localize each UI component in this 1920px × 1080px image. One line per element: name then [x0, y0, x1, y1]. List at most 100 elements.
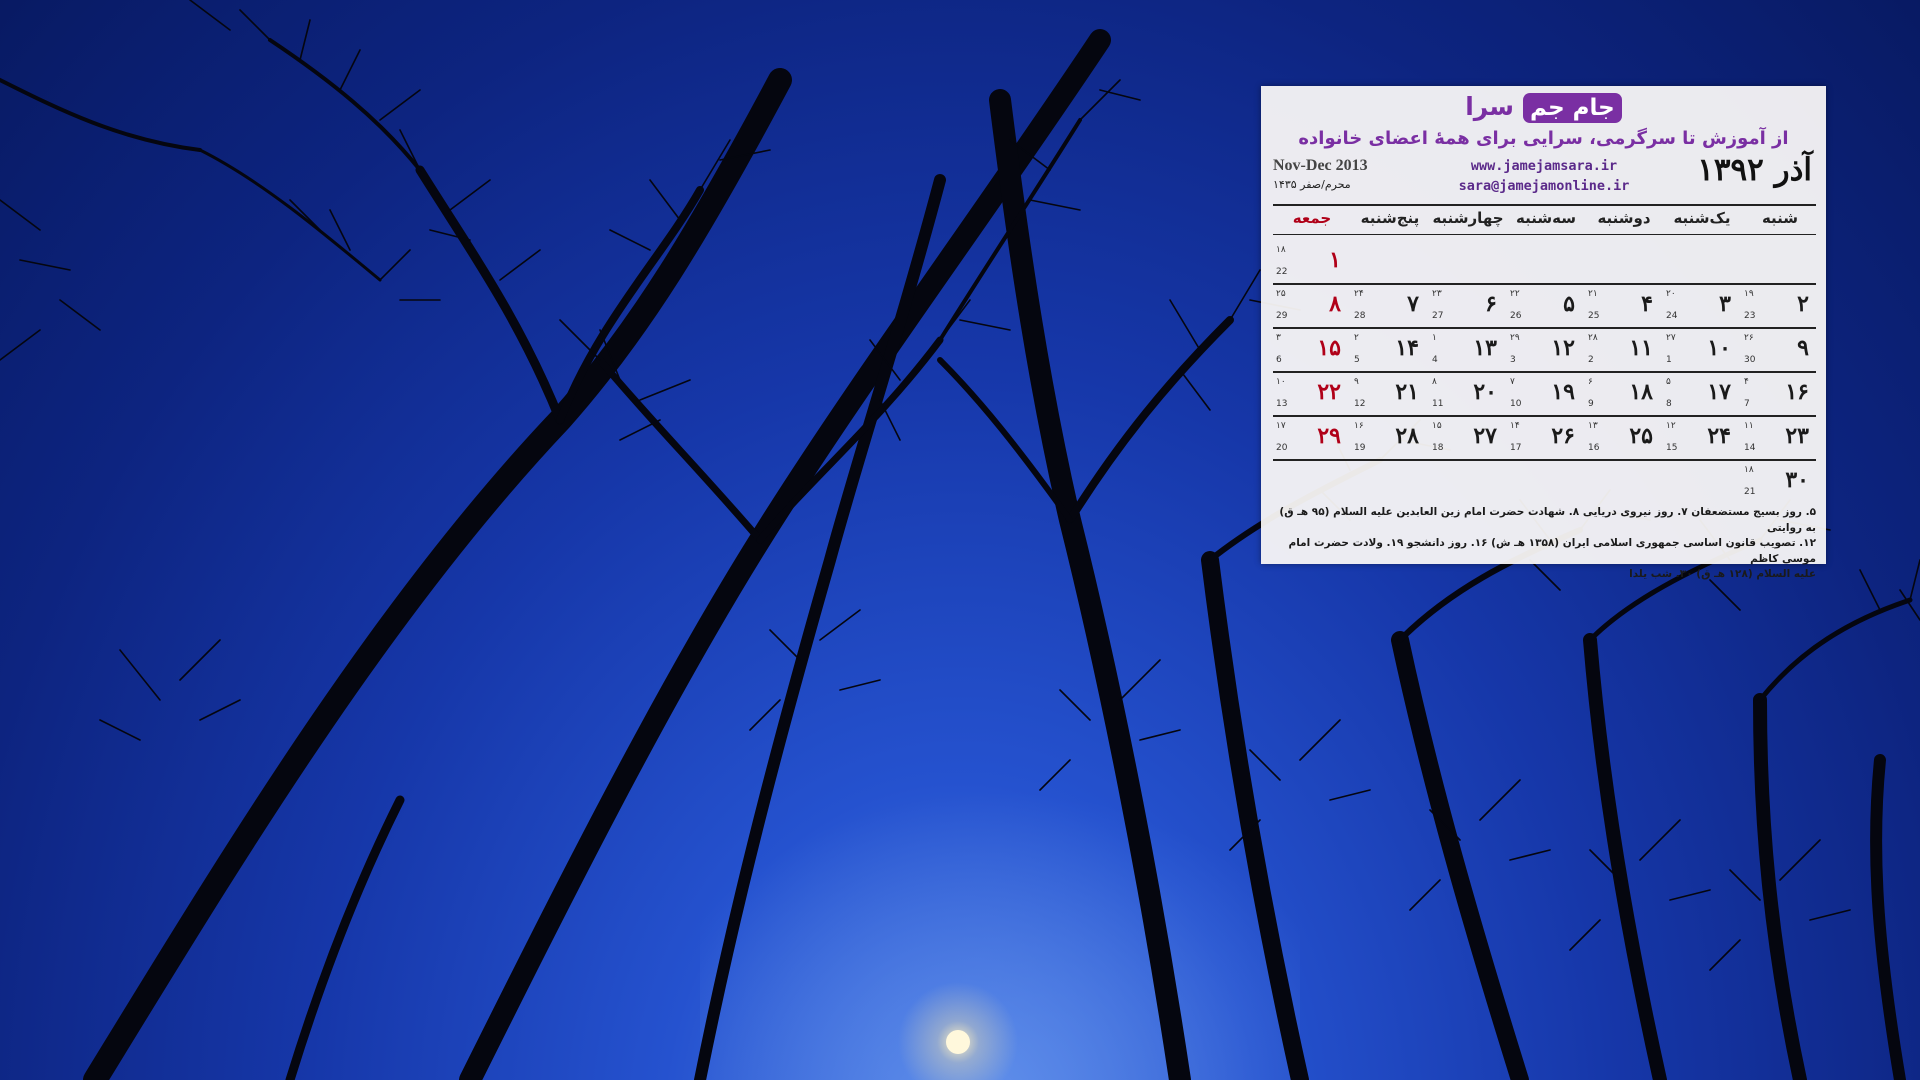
contact-info: www.jamejamsara.ir sara@jamejamonline.ir [1429, 156, 1659, 196]
gregorian-day: 23 [1744, 311, 1756, 321]
day-number: ۲۲ [1317, 379, 1341, 405]
day-number: ۱۹ [1551, 379, 1575, 405]
hijri-day: ۲۴ [1354, 289, 1364, 299]
day-number: ۹ [1797, 335, 1809, 361]
gregorian-day: 26 [1510, 311, 1522, 321]
day-cell[interactable]: ۸ ۲۵ 29 [1273, 284, 1351, 328]
day-cell[interactable]: ۱۸ ۶ 9 [1585, 372, 1663, 416]
day-cell[interactable]: ۲۶ ۱۴ 17 [1507, 416, 1585, 460]
hijri-day: ۱۱ [1744, 421, 1754, 431]
day-number: ۱۱ [1629, 335, 1653, 361]
day-cell[interactable]: ۹ ۲۶ 30 [1741, 328, 1819, 372]
day-number: ۲۵ [1629, 423, 1653, 449]
hijri-day: ۵ [1666, 377, 1671, 387]
day-cell[interactable]: ۱۱ ۲۸ 2 [1585, 328, 1663, 372]
day-cell[interactable]: ۲۵ ۱۳ 16 [1585, 416, 1663, 460]
day-cell[interactable]: ۱۵ ۳ 6 [1273, 328, 1351, 372]
day-cell[interactable]: ۲۳ ۱۱ 14 [1741, 416, 1819, 460]
gregorian-day: 7 [1744, 399, 1750, 409]
hijri-day: ۴ [1744, 377, 1749, 387]
day-number: ۱ [1329, 247, 1341, 273]
day-cell[interactable]: ۱۷ ۵ 8 [1663, 372, 1741, 416]
hijri-day: ۶ [1588, 377, 1593, 387]
occasions-notes: ۵. روز بسیج مستضعفان ۷. روز نیروی دریایی… [1271, 505, 1816, 583]
hijri-day: ۱۸ [1744, 465, 1754, 475]
gregorian-day: 21 [1744, 487, 1756, 497]
weekday-label: پنج‌شنبه [1360, 209, 1420, 227]
hijri-day: ۲۷ [1666, 333, 1676, 343]
gregorian-day: 1 [1666, 355, 1672, 365]
hijri-day: ۲۳ [1432, 289, 1442, 299]
day-number: ۲۷ [1473, 423, 1497, 449]
row-divider [1273, 459, 1816, 461]
day-cell[interactable]: ۲۴ ۱۲ 15 [1663, 416, 1741, 460]
day-cell[interactable]: ۱۳ ۱ 4 [1429, 328, 1507, 372]
gregorian-day: 8 [1666, 399, 1672, 409]
hijri-day: ۱۳ [1588, 421, 1598, 431]
gregorian-day: 13 [1276, 399, 1288, 409]
hijri-day: ۱۹ [1744, 289, 1754, 299]
brand-logo: جام جم سرا [1261, 92, 1826, 123]
hijri-day: ۱۵ [1432, 421, 1442, 431]
day-number: ۶ [1485, 291, 1497, 317]
day-cell[interactable]: ۴ ۲۱ 25 [1585, 284, 1663, 328]
brand-jamejam: جام جم [1523, 93, 1622, 123]
note-line: ۵. روز بسیج مستضعفان ۷. روز نیروی دریایی… [1279, 506, 1816, 534]
day-cell[interactable]: ۳۰ ۱۸ 21 [1741, 460, 1819, 504]
hijri-day: ۸ [1432, 377, 1437, 387]
day-cell[interactable]: ۲۰ ۸ 11 [1429, 372, 1507, 416]
hijri-day: ۲۸ [1588, 333, 1598, 343]
day-cell[interactable]: ۱۲ ۲۹ 3 [1507, 328, 1585, 372]
day-cell[interactable]: ۲ ۱۹ 23 [1741, 284, 1819, 328]
weekday-label: یک‌شنبه [1673, 209, 1731, 227]
weekday-label: جمعه [1292, 209, 1332, 227]
day-number: ۱۳ [1473, 335, 1497, 361]
hijri-day: ۱۰ [1276, 377, 1286, 387]
day-number: ۲۰ [1473, 379, 1497, 405]
day-number: ۲۸ [1395, 423, 1419, 449]
day-number: ۸ [1329, 291, 1341, 317]
day-cell[interactable]: ۲۱ ۹ 12 [1351, 372, 1429, 416]
hijri-day: ۱۲ [1666, 421, 1676, 431]
gregorian-day: 25 [1588, 311, 1600, 321]
day-cell[interactable]: ۳ ۲۰ 24 [1663, 284, 1741, 328]
gregorian-day: 15 [1666, 443, 1678, 453]
email-link[interactable]: sara@jamejamonline.ir [1429, 176, 1659, 196]
note-line: ۱۲. تصویب قانون اساسی جمهوری اسلامی ایرا… [1288, 537, 1816, 565]
day-cell[interactable]: ۲۸ ۱۶ 19 [1351, 416, 1429, 460]
website-link[interactable]: www.jamejamsara.ir [1429, 156, 1659, 176]
day-cell[interactable]: ۵ ۲۲ 26 [1507, 284, 1585, 328]
weekday-label: شنبه [1761, 209, 1799, 227]
day-number: ۲۱ [1395, 379, 1419, 405]
day-cell[interactable]: ۱۰ ۲۷ 1 [1663, 328, 1741, 372]
hijri-day: ۱۶ [1354, 421, 1364, 431]
hijri-day: ۲۶ [1744, 333, 1754, 343]
hijri-day: ۲ [1354, 333, 1359, 343]
weekday-label: سه‌شنبه [1516, 209, 1576, 227]
day-cell[interactable]: ۲۹ ۱۷ 20 [1273, 416, 1351, 460]
day-cell[interactable]: ۱۹ ۷ 10 [1507, 372, 1585, 416]
day-cell[interactable]: ۱۴ ۲ 5 [1351, 328, 1429, 372]
day-number: ۳۰ [1785, 467, 1809, 493]
hijri-day: ۲۹ [1510, 333, 1520, 343]
weekday-divider [1273, 234, 1816, 235]
gregorian-day: 19 [1354, 443, 1366, 453]
gregorian-day: 24 [1666, 311, 1678, 321]
day-cell[interactable]: ۱۶ ۴ 7 [1741, 372, 1819, 416]
gregorian-day: 3 [1510, 355, 1516, 365]
gregorian-day: 28 [1354, 311, 1366, 321]
day-cell[interactable]: ۲۲ ۱۰ 13 [1273, 372, 1351, 416]
day-number: ۲۳ [1785, 423, 1809, 449]
day-number: ۱۴ [1395, 335, 1419, 361]
gregorian-day: 9 [1588, 399, 1594, 409]
day-cell[interactable]: ۷ ۲۴ 28 [1351, 284, 1429, 328]
gregorian-day: 16 [1588, 443, 1600, 453]
hijri-day: ۱۸ [1276, 245, 1286, 255]
month-title: آذر ۱۳۹۲ [1697, 152, 1812, 188]
gregorian-day: 20 [1276, 443, 1288, 453]
day-cell[interactable]: ۱ ۱۸ 22 [1273, 240, 1351, 284]
day-number: ۲۴ [1707, 423, 1731, 449]
gregorian-day: 22 [1276, 267, 1288, 277]
day-cell[interactable]: ۲۷ ۱۵ 18 [1429, 416, 1507, 460]
day-cell[interactable]: ۶ ۲۳ 27 [1429, 284, 1507, 328]
